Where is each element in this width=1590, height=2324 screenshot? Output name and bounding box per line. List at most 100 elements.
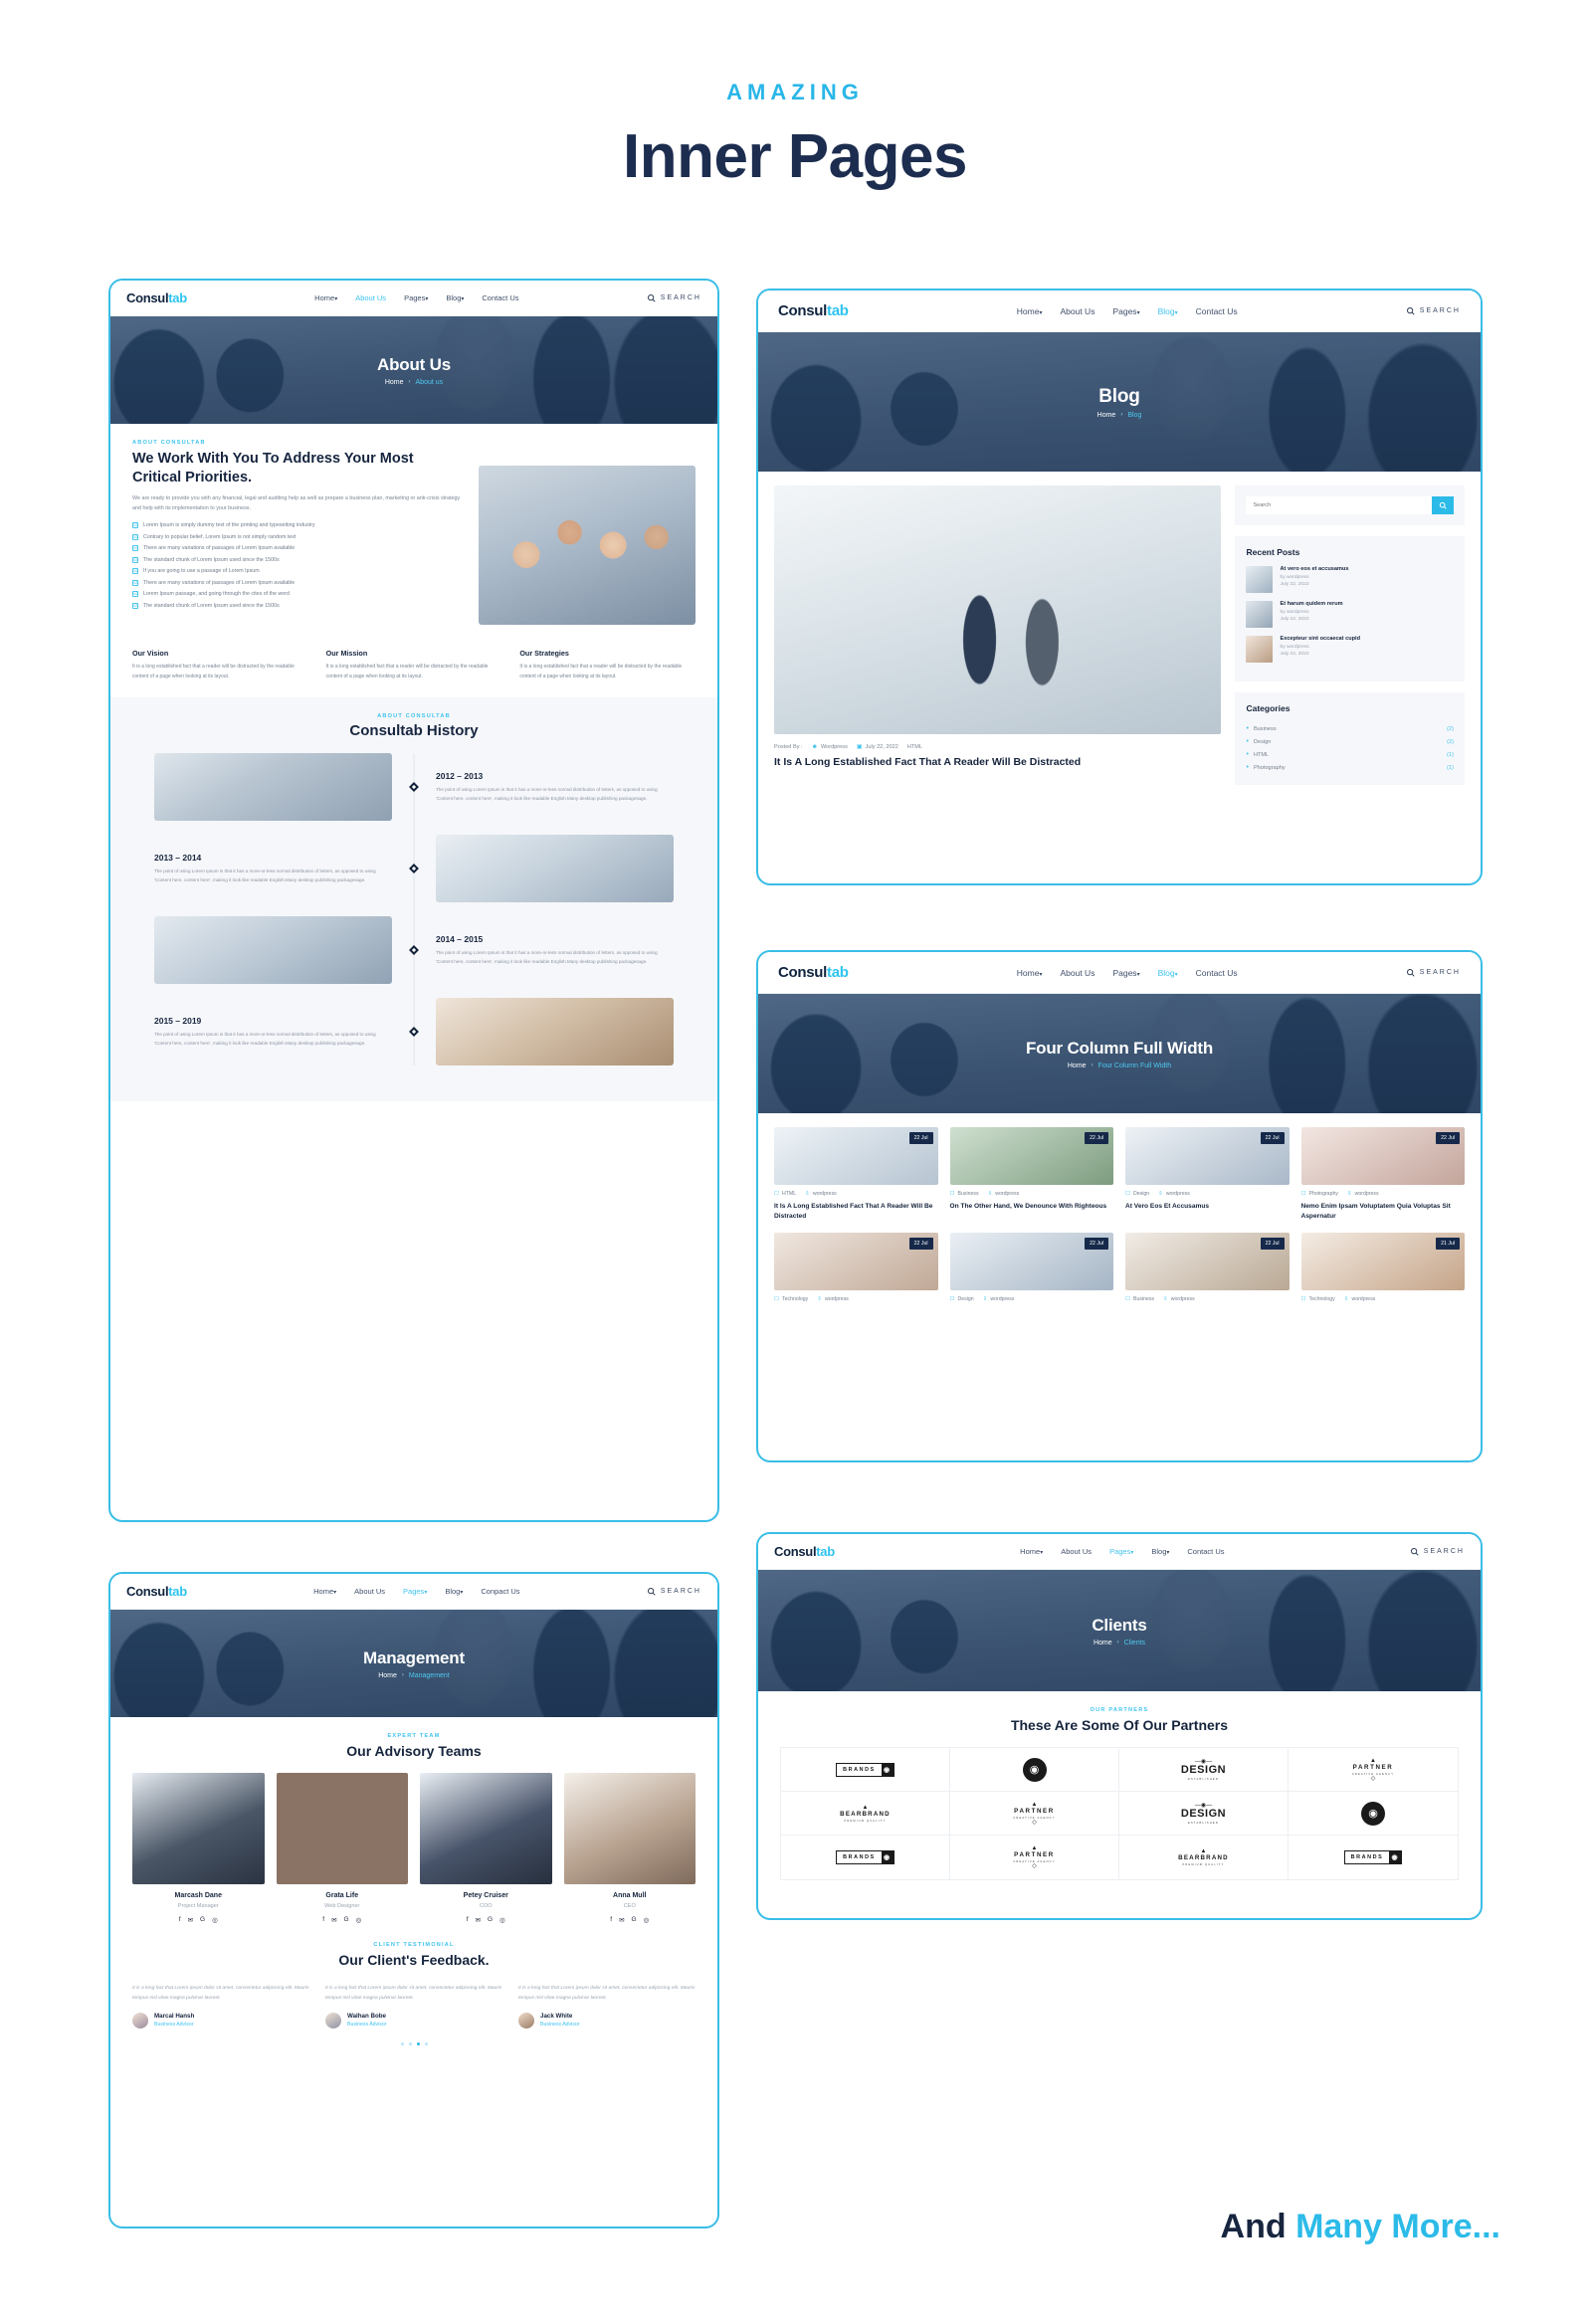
nav-search-button[interactable]: SEARCH <box>647 293 701 302</box>
breadcrumb[interactable]: Home › Blog <box>1097 412 1142 419</box>
social-icon-2[interactable]: G <box>200 1916 205 1924</box>
social-icon-3[interactable]: ◎ <box>212 1916 218 1924</box>
nav-item-blog[interactable]: Blog▾ <box>1151 1547 1169 1556</box>
social-links[interactable]: f ✉ G ◎ <box>564 1916 696 1924</box>
post-tag-category[interactable]: ☐ Technology <box>1301 1296 1335 1302</box>
nav-item-blog[interactable]: Blog▾ <box>446 293 464 302</box>
social-links[interactable]: f ✉ G ◎ <box>420 1916 552 1924</box>
post-tag-author[interactable]: ⇩ wordpress <box>1158 1191 1190 1197</box>
category-item[interactable]: • Business (2) <box>1246 722 1454 735</box>
partner-logo-cell[interactable]: ◉ <box>1289 1792 1458 1836</box>
team-member-card[interactable]: Anna Mull CEO f ✉ G ◎ <box>563 1773 696 1924</box>
post-tag-author[interactable]: ⇩ wordpress <box>1163 1296 1195 1302</box>
preview-card-four-column[interactable]: Consultab Home▾ About Us Pages▾ Blog▾ Co… <box>756 950 1483 1462</box>
post-tag-category[interactable]: ☐ Technology <box>774 1296 808 1302</box>
post-card[interactable]: 21 Jul ☐ Technology ⇩ wordpress <box>1300 1233 1465 1302</box>
category-name[interactable]: HTML <box>1254 752 1269 758</box>
nav-links[interactable]: Home▾ About Us Pages▾ Blog▾ Contact Us <box>1017 968 1238 978</box>
site-nav[interactable]: Consultab Home▾ About Us Pages▾ Blog▾ Co… <box>110 1574 717 1610</box>
partner-logo-cell[interactable]: ◉ <box>950 1748 1119 1792</box>
social-links[interactable]: f ✉ G ◎ <box>132 1916 265 1924</box>
site-nav[interactable]: Consultab Home▾ About Us Pages▾ Blog▾ Co… <box>758 952 1481 994</box>
recent-post-title[interactable]: Et harum quidem rerum <box>1280 601 1342 607</box>
post-card-title[interactable]: It Is A Long Established Fact That A Rea… <box>774 1202 938 1221</box>
post-tag-author[interactable]: ⇩ wordpress <box>1344 1296 1376 1302</box>
post-card[interactable]: 22 Jul ☐ Technology ⇩ wordpress <box>774 1233 938 1302</box>
category-name[interactable]: Photography <box>1254 765 1286 771</box>
partner-logo-cell[interactable]: BRANDS ◉ <box>781 1748 950 1792</box>
nav-item-home[interactable]: Home▾ <box>313 1587 336 1596</box>
nav-item-pages[interactable]: Pages▾ <box>1109 1547 1133 1556</box>
partner-logo-cell[interactable]: —◉— DESIGN ESTABLISHED <box>1119 1792 1289 1836</box>
partner-logo-cell[interactable]: ▲ PARTNER CREATIVE AGENCY ◇ <box>1289 1748 1458 1792</box>
recent-post-item[interactable]: At vero eos et accusamus by wordpress July… <box>1246 566 1454 593</box>
nav-links[interactable]: Home▾ About Us Pages▾ Blog▾ Contact Us <box>1017 306 1238 316</box>
post-tag-category[interactable]: ☐ Business <box>1125 1296 1154 1302</box>
site-nav[interactable]: Consultab Home▾ About Us Pages▾ Blog▾ Co… <box>110 281 717 316</box>
post-tag-category[interactable]: ☐ Design <box>950 1296 974 1302</box>
post-tag-author[interactable]: ⇩ wordpress <box>988 1191 1020 1197</box>
nav-item-contact-us[interactable]: Contact Us <box>1196 968 1238 978</box>
nav-item-blog[interactable]: Blog▾ <box>1158 306 1178 316</box>
preview-card-blog[interactable]: Consultab Home▾ About Us Pages▾ Blog▾ Co… <box>756 289 1483 885</box>
search-submit-button[interactable] <box>1432 496 1454 514</box>
nav-item-home[interactable]: Home▾ <box>314 293 337 302</box>
nav-item-pages[interactable]: Pages▾ <box>1112 968 1139 978</box>
post-card-title[interactable]: At Vero Eos Et Accusamus <box>1125 1202 1290 1212</box>
social-links[interactable]: f ✉ G ◎ <box>277 1916 409 1924</box>
social-icon-0[interactable]: f <box>179 1916 181 1924</box>
post-tag-category[interactable]: ☐ Design <box>1125 1191 1149 1197</box>
preview-card-about-us[interactable]: Consultab Home▾ About Us Pages▾ Blog▾ Co… <box>108 279 719 1522</box>
breadcrumb[interactable]: Home › Four Column Full Width <box>1026 1063 1213 1069</box>
category-item[interactable]: • Photography (1) <box>1246 761 1454 774</box>
category-name[interactable]: Business <box>1254 726 1277 732</box>
preview-card-management[interactable]: Consultab Home▾ About Us Pages▾ Blog▾ Co… <box>108 1572 719 2228</box>
brand-logo[interactable]: Consultab <box>774 1544 835 1559</box>
social-icon-3[interactable]: ◎ <box>356 1916 362 1924</box>
social-icon-3[interactable]: ◎ <box>499 1916 505 1924</box>
post-tag-author[interactable]: ⇩ wordpress <box>983 1296 1015 1302</box>
post-card-title[interactable]: On The Other Hand, We Denounce With Righ… <box>950 1202 1114 1212</box>
nav-item-about-us[interactable]: About Us <box>354 1587 385 1596</box>
recent-post-title[interactable]: Excepteur sint occaecat cupid <box>1280 636 1360 642</box>
post-tag-author[interactable]: ⇩ wordpress <box>1347 1191 1379 1197</box>
post-tag-author[interactable]: ⇩ wordpress <box>805 1191 837 1197</box>
brand-logo[interactable]: Consultab <box>778 302 849 319</box>
nav-item-home[interactable]: Home▾ <box>1017 306 1043 316</box>
social-icon-0[interactable]: f <box>610 1916 612 1924</box>
category-name[interactable]: Design <box>1254 739 1271 745</box>
social-icon-2[interactable]: G <box>344 1916 349 1924</box>
breadcrumb-home[interactable]: Home <box>1093 1640 1112 1646</box>
nav-item-contact-us[interactable]: Contact Us <box>1196 306 1238 316</box>
site-nav[interactable]: Consultab Home▾ About Us Pages▾ Blog▾ Co… <box>758 290 1481 332</box>
nav-item-blog[interactable]: Blog▾ <box>445 1587 463 1596</box>
partner-logo-cell[interactable]: ▲ PARTNER CREATIVE AGENCY ◇ <box>950 1792 1119 1836</box>
blog-post-title[interactable]: It Is A Long Established Fact That A Rea… <box>774 756 1221 768</box>
post-card[interactable]: 22 Jul ☐ Design ⇩ wordpress <box>949 1233 1113 1302</box>
nav-links[interactable]: Home▾ About Us Pages▾ Blog▾ Conpact Us <box>313 1587 519 1596</box>
category-item[interactable]: • Design (2) <box>1246 735 1454 748</box>
nav-item-pages[interactable]: Pages▾ <box>1112 306 1139 316</box>
nav-item-about-us[interactable]: About Us <box>1061 1547 1092 1556</box>
carousel-dot[interactable] <box>400 2041 404 2045</box>
category-item[interactable]: • HTML (1) <box>1246 748 1454 761</box>
carousel-dot[interactable] <box>416 2041 420 2045</box>
partner-logo-cell[interactable]: BRANDS ◉ <box>781 1836 950 1879</box>
nav-item-about-us[interactable]: About Us <box>1060 968 1094 978</box>
nav-search-button[interactable]: SEARCH <box>1410 1547 1465 1556</box>
team-member-card[interactable]: Grata Life Web Designer f ✉ G ◎ <box>276 1773 409 1924</box>
nav-links[interactable]: Home▾ About Us Pages▾ Blog▾ Contact Us <box>314 293 518 302</box>
brand-logo[interactable]: Consultab <box>126 290 187 305</box>
post-card[interactable]: 22 Jul ☐ HTML ⇩ wordpress It Is A Long Establ… <box>774 1127 938 1221</box>
partner-logo-cell[interactable]: —◉— DESIGN ESTABLISHED <box>1119 1748 1289 1792</box>
partner-logo-cell[interactable]: ▲ BEARBRAND PREMIUM QUALITY <box>1119 1836 1289 1879</box>
breadcrumb-home[interactable]: Home <box>378 1672 397 1679</box>
nav-item-home[interactable]: Home▾ <box>1017 968 1043 978</box>
carousel-dot[interactable] <box>408 2041 412 2045</box>
partner-logo-cell[interactable]: ▲ PARTNER CREATIVE AGENCY ◇ <box>950 1836 1119 1879</box>
social-icon-1[interactable]: ✉ <box>476 1916 481 1924</box>
post-card[interactable]: 22 Jul ☐ Business ⇩ wordpress <box>1125 1233 1290 1302</box>
social-icon-3[interactable]: ◎ <box>644 1916 650 1924</box>
nav-item-pages[interactable]: Pages▾ <box>403 1587 427 1596</box>
nav-item-pages[interactable]: Pages▾ <box>404 293 428 302</box>
